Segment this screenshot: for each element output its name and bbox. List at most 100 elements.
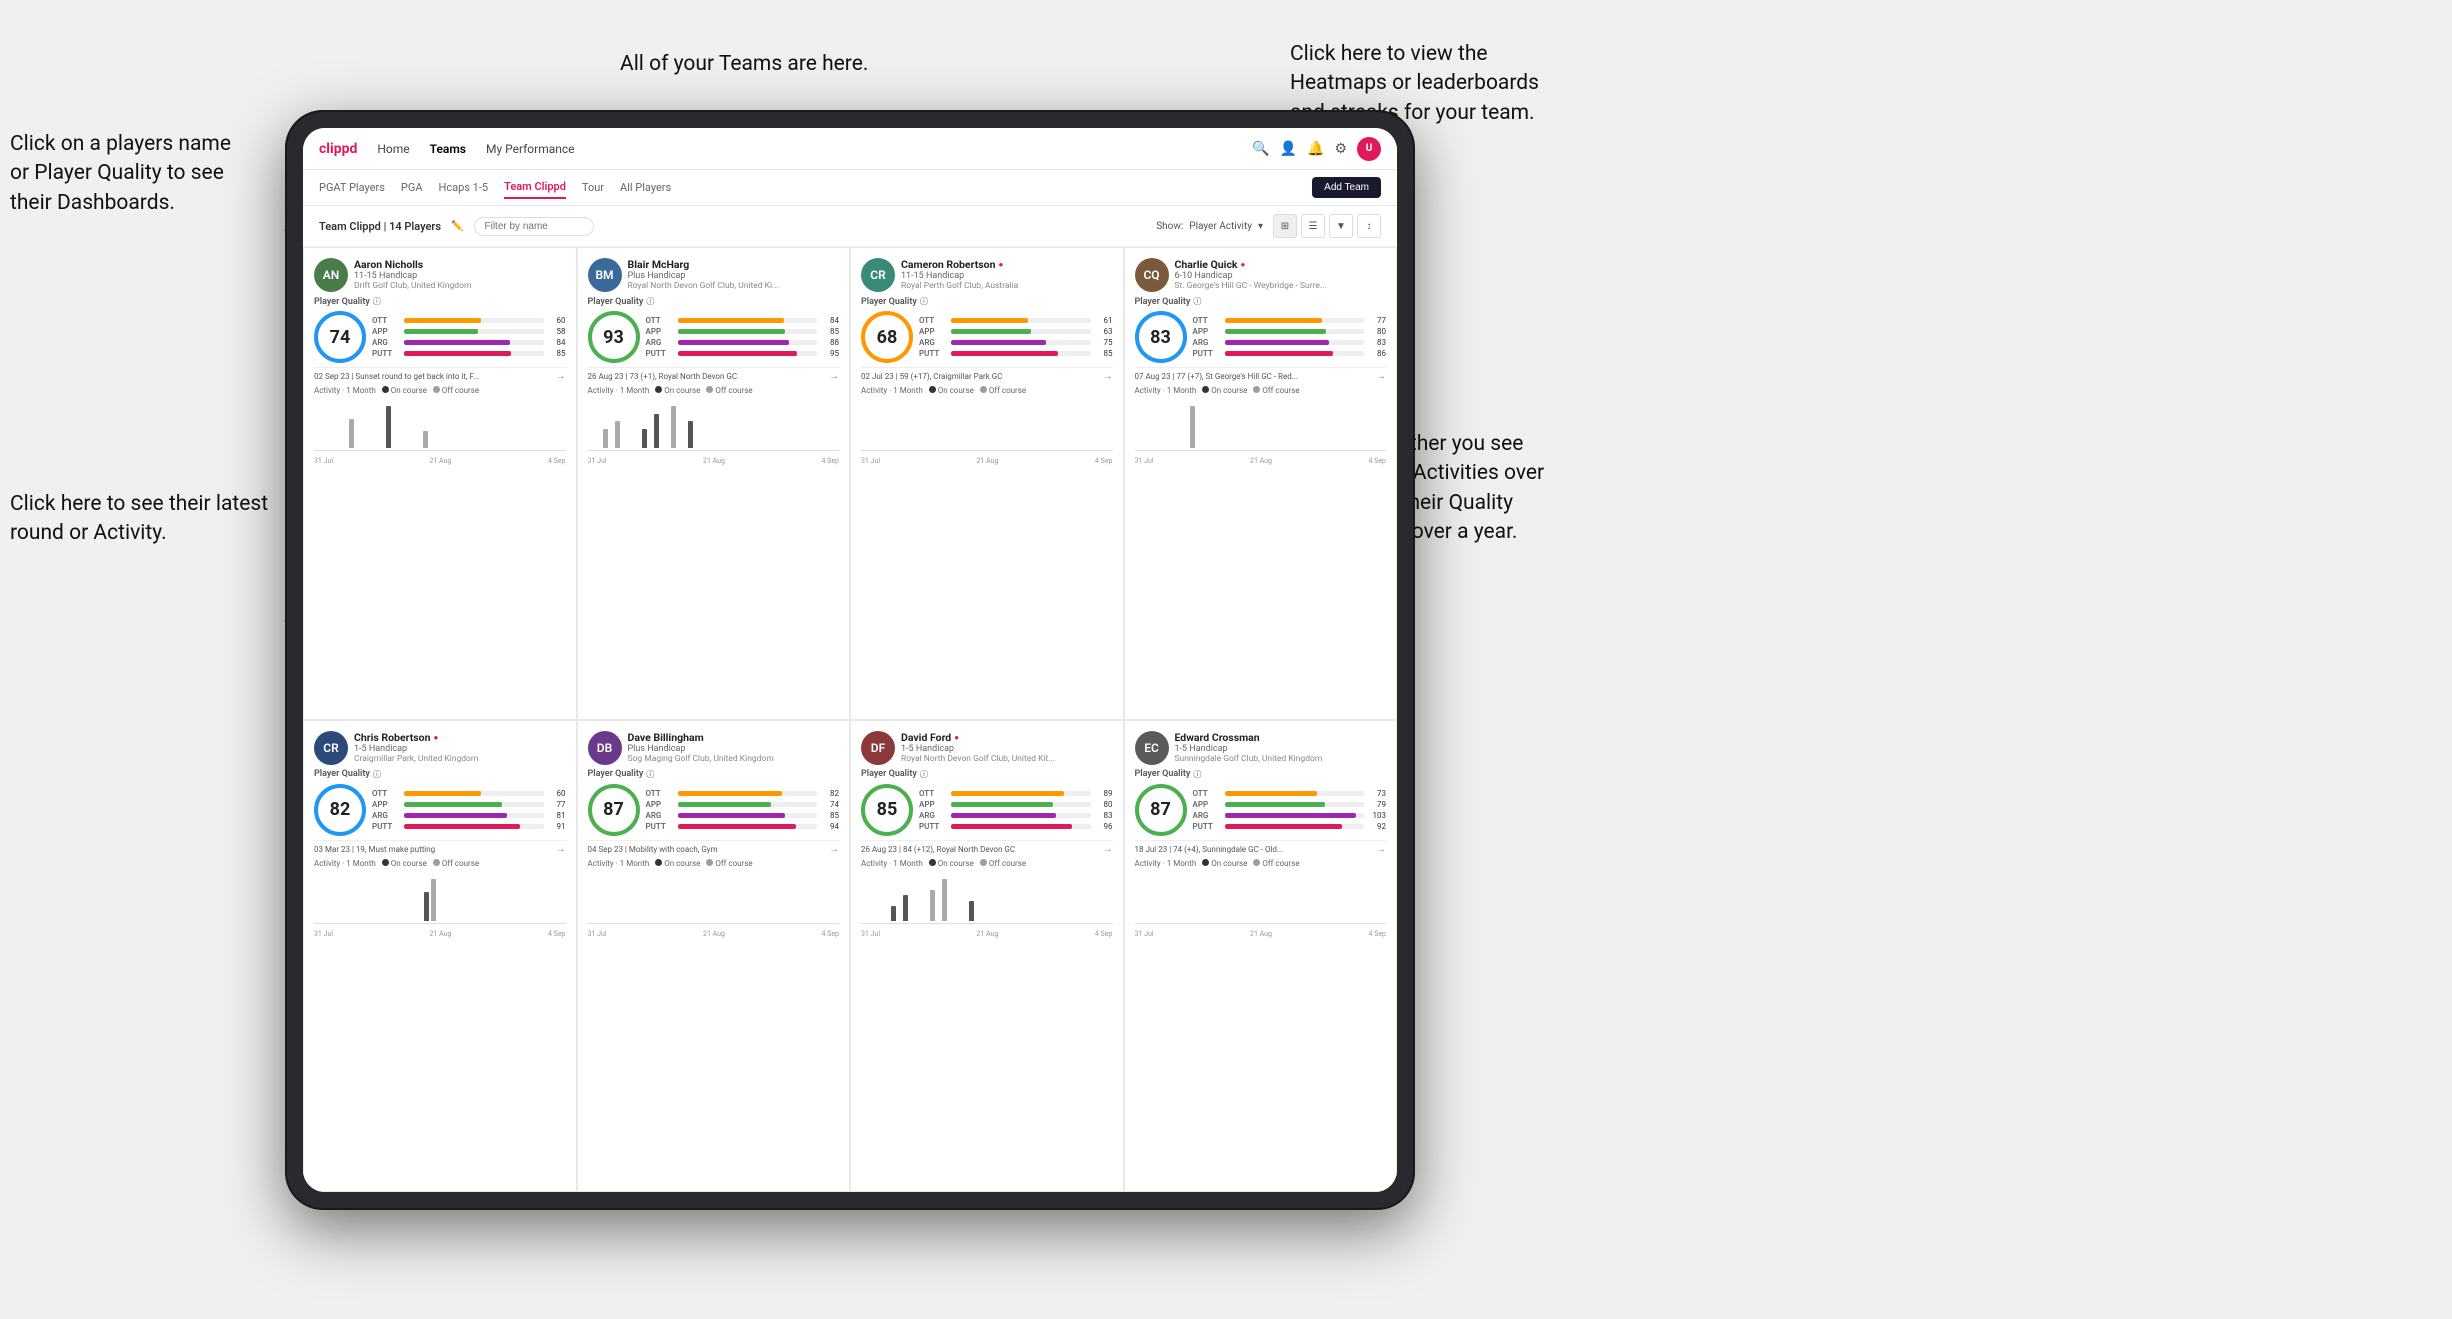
subnav-tour[interactable]: Tour: [582, 177, 604, 198]
quality-info-icon[interactable]: ⓘ: [920, 769, 928, 780]
player-card[interactable]: DF David Ford● 1-5 Handicap Royal North …: [850, 720, 1124, 1193]
latest-round[interactable]: 02 Sep 23 | Sunset round to get back int…: [314, 367, 566, 382]
player-name[interactable]: Aaron Nicholls: [354, 258, 566, 271]
player-name[interactable]: Charlie Quick●: [1175, 258, 1387, 271]
player-avatar[interactable]: AN: [314, 258, 348, 292]
player-name[interactable]: Blair McHarg: [628, 258, 840, 271]
player-info: Chris Robertson● 1-5 Handicap Craigmilla…: [354, 731, 566, 764]
nav-home[interactable]: Home: [377, 138, 409, 160]
quality-score[interactable]: 87: [1135, 784, 1187, 836]
player-avatar[interactable]: BM: [588, 258, 622, 292]
player-card[interactable]: BM Blair McHarg Plus Handicap Royal Nort…: [577, 247, 851, 720]
subnav-team-clippd[interactable]: Team Clippd: [504, 176, 566, 199]
date-mid: 21 Aug: [703, 930, 725, 938]
stat-bar-ott: [951, 791, 1064, 796]
quality-score[interactable]: 87: [588, 784, 640, 836]
player-card[interactable]: DB Dave Billingham Plus Handicap Sog Mag…: [577, 720, 851, 1193]
latest-round[interactable]: 04 Sep 23 | Mobility with coach, Gym →: [588, 840, 840, 855]
add-team-button[interactable]: Add Team: [1312, 177, 1381, 198]
player-name[interactable]: Cameron Robertson●: [901, 258, 1113, 271]
player-info: Charlie Quick● 6-10 Handicap St. George'…: [1175, 258, 1387, 291]
quality-info-icon[interactable]: ⓘ: [373, 769, 381, 780]
player-card[interactable]: CR Chris Robertson● 1-5 Handicap Craigmi…: [303, 720, 577, 1193]
quality-row: 87 OTT 82 APP 74 ARG: [588, 784, 840, 836]
latest-round[interactable]: 18 Jul 23 | 74 (+4), Sunningdale GC - Ol…: [1135, 840, 1387, 855]
show-select[interactable]: Show: Player Activity ▾: [1156, 221, 1263, 232]
stat-row-arg: ARG 83: [919, 811, 1113, 820]
quality-info-icon[interactable]: ⓘ: [373, 296, 381, 307]
player-name[interactable]: David Ford●: [901, 731, 1113, 744]
activity-label: Activity · 1 Month On course Off course: [861, 859, 1113, 868]
player-avatar[interactable]: EC: [1135, 731, 1169, 765]
stat-bar-bg-putt: [1225, 824, 1365, 829]
list-view-button[interactable]: ☰: [1301, 214, 1325, 238]
filter-input[interactable]: [474, 217, 594, 236]
latest-round[interactable]: 26 Aug 23 | 84 (+12), Royal North Devon …: [861, 840, 1113, 855]
player-avatar[interactable]: DF: [861, 731, 895, 765]
stat-row-arg: ARG 75: [919, 338, 1113, 347]
quality-score[interactable]: 82: [314, 784, 366, 836]
subnav-pgat[interactable]: PGAT Players: [319, 177, 385, 198]
stat-value-ott: 73: [1368, 789, 1386, 798]
stats-table: OTT 84 APP 85 ARG 88 PU: [646, 316, 840, 358]
stat-value-ott: 84: [821, 316, 839, 325]
quality-score[interactable]: 93: [588, 311, 640, 363]
quality-info-icon[interactable]: ⓘ: [1193, 296, 1201, 307]
nav-my-performance[interactable]: My Performance: [486, 138, 575, 160]
search-icon[interactable]: 🔍: [1252, 141, 1269, 157]
edit-icon[interactable]: ✏️: [451, 221, 463, 232]
stat-row-putt: PUTT 86: [1193, 349, 1387, 358]
person-icon[interactable]: 👤: [1280, 141, 1297, 157]
subnav-all-players[interactable]: All Players: [620, 177, 671, 198]
quality-info-icon[interactable]: ⓘ: [646, 296, 654, 307]
stat-bar-bg-arg: [678, 340, 818, 345]
filter-button[interactable]: ▼: [1329, 214, 1353, 238]
bell-icon[interactable]: 🔔: [1307, 141, 1324, 157]
settings-icon[interactable]: ⚙: [1334, 141, 1347, 157]
quality-score[interactable]: 83: [1135, 311, 1187, 363]
quality-row: 93 OTT 84 APP 85 ARG: [588, 311, 840, 363]
stat-label-app: APP: [372, 327, 400, 336]
user-avatar[interactable]: U: [1357, 137, 1381, 161]
latest-round[interactable]: 07 Aug 23 | 77 (+7), St George's Hill GC…: [1135, 367, 1387, 382]
subnav-hcaps[interactable]: Hcaps 1-5: [439, 177, 489, 198]
player-card[interactable]: EC Edward Crossman 1-5 Handicap Sunningd…: [1124, 720, 1398, 1193]
sort-button[interactable]: ↕: [1357, 214, 1381, 238]
player-avatar[interactable]: CR: [861, 258, 895, 292]
stat-value-ott: 61: [1095, 316, 1113, 325]
latest-round[interactable]: 03 Mar 23 | 19, Must make putting →: [314, 840, 566, 855]
quality-info-icon[interactable]: ⓘ: [920, 296, 928, 307]
stat-bar-bg-app: [678, 802, 818, 807]
subnav-pga[interactable]: PGA: [401, 177, 423, 198]
off-course-legend: Off course: [433, 386, 479, 395]
stat-bar-app: [951, 329, 1031, 334]
verified-badge: ●: [1241, 260, 1246, 269]
off-course-legend: Off course: [706, 859, 752, 868]
player-card[interactable]: CQ Charlie Quick● 6-10 Handicap St. Geor…: [1124, 247, 1398, 720]
quality-score[interactable]: 74: [314, 311, 366, 363]
player-avatar[interactable]: CQ: [1135, 258, 1169, 292]
stat-row-arg: ARG 88: [646, 338, 840, 347]
player-card[interactable]: AN Aaron Nicholls 11-15 Handicap Drift G…: [303, 247, 577, 720]
chart-dates: 31 Jul 21 Aug 4 Sep: [588, 457, 840, 465]
latest-round[interactable]: 26 Aug 23 | 73 (+1), Royal North Devon G…: [588, 367, 840, 382]
nav-teams[interactable]: Teams: [430, 138, 466, 160]
stat-bar-ott: [404, 318, 481, 323]
quality-info-icon[interactable]: ⓘ: [646, 769, 654, 780]
player-card[interactable]: CR Cameron Robertson● 11-15 Handicap Roy…: [850, 247, 1124, 720]
stat-bar-arg: [404, 813, 507, 818]
grid-view-button[interactable]: ⊞: [1273, 214, 1297, 238]
quality-score[interactable]: 68: [861, 311, 913, 363]
player-avatar[interactable]: CR: [314, 731, 348, 765]
player-name[interactable]: Edward Crossman: [1175, 731, 1387, 744]
activity-label: Activity · 1 Month On course Off course: [314, 386, 566, 395]
player-name[interactable]: Chris Robertson●: [354, 731, 566, 744]
player-avatar[interactable]: DB: [588, 731, 622, 765]
latest-round[interactable]: 02 Jul 23 | 59 (+17), Craigmillar Park G…: [861, 367, 1113, 382]
stat-label-ott: OTT: [372, 789, 400, 798]
player-name[interactable]: Dave Billingham: [628, 731, 840, 744]
quality-info-icon[interactable]: ⓘ: [1193, 769, 1201, 780]
stat-value-app: 74: [821, 800, 839, 809]
stat-row-ott: OTT 60: [372, 789, 566, 798]
quality-score[interactable]: 85: [861, 784, 913, 836]
